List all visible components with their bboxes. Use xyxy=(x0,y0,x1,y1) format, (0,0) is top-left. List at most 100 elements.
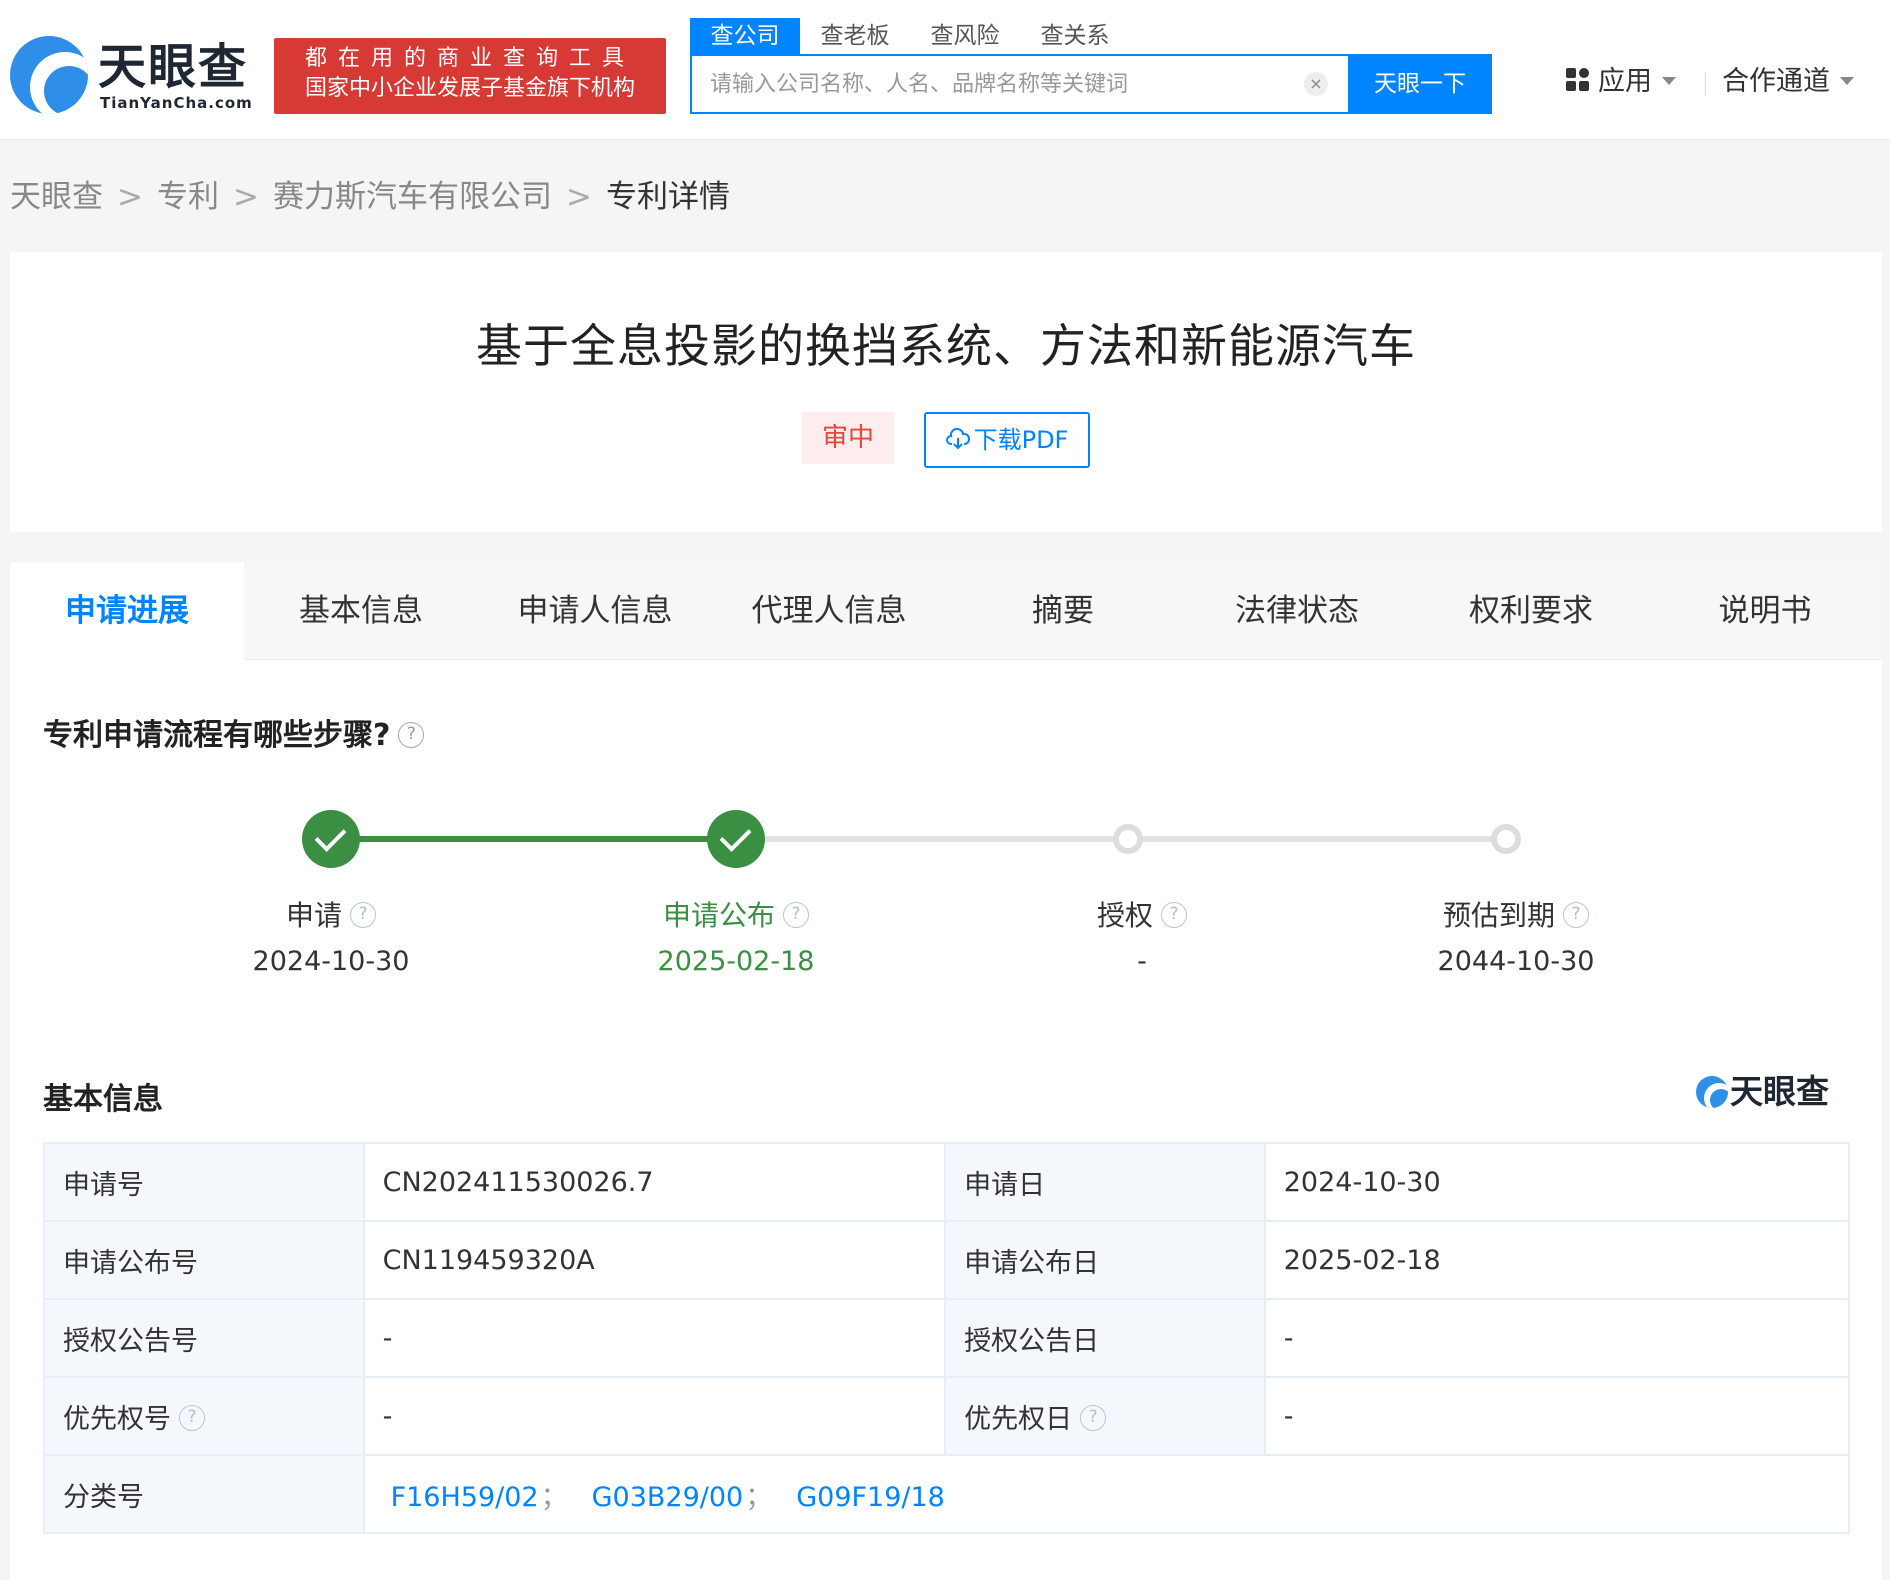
clear-search-icon[interactable]: × xyxy=(1304,72,1328,96)
step-publish-check-icon xyxy=(707,810,765,868)
step-grant-date: - xyxy=(1137,946,1147,977)
classification-values: F16H59/02； G03B29/00； G09F19/18 xyxy=(362,1454,1851,1534)
breadcrumb-company[interactable]: 赛力斯汽车有限公司 xyxy=(273,179,552,215)
tab-description[interactable]: 说明书 xyxy=(1648,562,1882,660)
field-label: 申请公布日 xyxy=(944,1220,1266,1300)
logo-domain: TianYanCha.com xyxy=(100,94,253,112)
table-row: 分类号 F16H59/02； G03B29/00； G09F19/18 xyxy=(43,1454,1851,1534)
field-value: CN119459320A xyxy=(362,1220,947,1300)
basic-info-table: 申请号 CN202411530026.7 申请日 2024-10-30 申请公布… xyxy=(43,1142,1851,1534)
field-value: CN202411530026.7 xyxy=(362,1142,947,1222)
partner-label: 合作通道 xyxy=(1722,66,1830,97)
chevron-down-icon xyxy=(1840,76,1854,85)
apps-grid-icon xyxy=(1566,67,1590,92)
tab-applicant[interactable]: 申请人信息 xyxy=(478,562,712,660)
search-tab-boss[interactable]: 查老板 xyxy=(800,18,910,54)
field-label: 申请号 xyxy=(43,1142,365,1222)
help-icon[interactable]: ? xyxy=(1080,1405,1107,1431)
search-tab-company[interactable]: 查公司 xyxy=(690,18,800,54)
step-expire-date: 2044-10-30 xyxy=(1437,946,1595,977)
tianyancha-logo[interactable]: 天眼查 TianYanCha.com xyxy=(10,36,260,116)
step-expire-label: 预估到期? xyxy=(1366,896,1666,936)
status-badge: 审中 xyxy=(802,412,894,464)
patent-detail-card: 申请进展 基本信息 申请人信息 代理人信息 摘要 法律状态 权利要求 说明书 专… xyxy=(10,562,1882,1580)
tab-abstract[interactable]: 摘要 xyxy=(946,562,1180,660)
apps-menu[interactable]: 应用 xyxy=(1566,62,1676,102)
table-row: 优先权号? - 优先权日? - xyxy=(43,1376,1851,1456)
patent-title: 基于全息投影的换挡系统、方法和新能源汽车 xyxy=(476,319,1416,373)
field-value: - xyxy=(1263,1298,1851,1378)
breadcrumb-patent[interactable]: 专利 xyxy=(157,179,219,215)
progress-section-title: 专利申请流程有哪些步骤?? xyxy=(43,710,425,754)
help-icon[interactable]: ? xyxy=(1161,902,1187,928)
classification-link[interactable]: G03B29/00 xyxy=(592,1482,744,1513)
field-value: 2025-02-18 xyxy=(1263,1220,1851,1300)
tab-legal-status[interactable]: 法律状态 xyxy=(1180,562,1414,660)
field-label: 分类号 xyxy=(43,1454,365,1534)
help-icon[interactable]: ? xyxy=(398,721,425,748)
apps-label: 应用 xyxy=(1598,66,1652,97)
tab-progress[interactable]: 申请进展 xyxy=(10,562,244,661)
top-header: 天眼查 TianYanCha.com 都在用的商业查询工具 国家中小企业发展子基… xyxy=(0,0,1890,140)
table-row: 授权公告号 - 授权公告日 - xyxy=(43,1298,1851,1378)
search-tab-relation[interactable]: 查关系 xyxy=(1020,18,1130,54)
brand-watermark: 天眼查 xyxy=(1696,1070,1846,1114)
search-input[interactable] xyxy=(692,56,1348,112)
tab-claims[interactable]: 权利要求 xyxy=(1414,562,1648,660)
tab-agent[interactable]: 代理人信息 xyxy=(712,562,946,660)
slogan-banner: 都在用的商业查询工具 国家中小企业发展子基金旗下机构 xyxy=(274,38,666,114)
field-value: 2024-10-30 xyxy=(1263,1142,1851,1222)
search-box: × 天眼一下 xyxy=(690,54,1492,114)
breadcrumb: 天眼查 > 专利 > 赛力斯汽车有限公司 > 专利详情 xyxy=(10,172,730,222)
search-button[interactable]: 天眼一下 xyxy=(1348,54,1492,114)
tab-basic-info[interactable]: 基本信息 xyxy=(244,562,478,660)
help-icon[interactable]: ? xyxy=(179,1405,205,1431)
field-value: - xyxy=(1263,1376,1851,1456)
field-label: 授权公告号 xyxy=(43,1298,365,1378)
partner-menu[interactable]: 合作通道 xyxy=(1722,62,1854,102)
help-icon[interactable]: ? xyxy=(783,902,809,928)
help-icon[interactable]: ? xyxy=(350,902,376,928)
logo-mark-icon xyxy=(1696,1076,1728,1108)
download-pdf-button[interactable]: 下载PDF xyxy=(924,412,1090,468)
slogan-line-2: 国家中小企业发展子基金旗下机构 xyxy=(304,76,635,101)
classification-link[interactable]: F16H59/02 xyxy=(391,1482,539,1513)
logo-mark-icon xyxy=(10,36,88,114)
table-row: 申请公布号 CN119459320A 申请公布日 2025-02-18 xyxy=(43,1220,1851,1300)
step-publish-date: 2025-02-18 xyxy=(657,946,815,977)
nav-divider xyxy=(1705,72,1706,96)
logo-text: 天眼查 xyxy=(98,39,249,95)
breadcrumb-separator: > xyxy=(565,179,592,215)
field-label: 优先权号? xyxy=(43,1376,365,1456)
classification-link[interactable]: G09F19/18 xyxy=(796,1482,945,1513)
slogan-line-1: 都在用的商业查询工具 xyxy=(304,46,635,71)
step-publish-label: 申请公布? xyxy=(586,896,886,936)
step-apply-check-icon xyxy=(302,810,360,868)
field-label: 申请日 xyxy=(944,1142,1266,1222)
detail-tabs: 申请进展 基本信息 申请人信息 代理人信息 摘要 法律状态 权利要求 说明书 xyxy=(10,562,1882,661)
breadcrumb-current: 专利详情 xyxy=(605,179,730,215)
table-row: 申请号 CN202411530026.7 申请日 2024-10-30 xyxy=(43,1142,1851,1222)
progress-title-text: 专利申请流程有哪些步骤? xyxy=(43,718,391,753)
field-value: - xyxy=(362,1376,947,1456)
breadcrumb-separator: > xyxy=(232,179,259,215)
field-label: 授权公告日 xyxy=(944,1298,1266,1378)
breadcrumb-separator: > xyxy=(117,179,143,215)
step-apply-label: 申请? xyxy=(181,896,481,936)
download-pdf-label: 下载PDF xyxy=(973,426,1069,454)
step-grant-node-icon xyxy=(1113,824,1143,854)
progress-track-done xyxy=(330,836,735,842)
search-tab-risk[interactable]: 查风险 xyxy=(910,18,1020,54)
step-expire-node-icon xyxy=(1491,824,1521,854)
cloud-download-icon xyxy=(945,427,970,450)
breadcrumb-home[interactable]: 天眼查 xyxy=(10,179,103,215)
step-apply-date: 2024-10-30 xyxy=(252,946,410,977)
field-label: 优先权日? xyxy=(944,1376,1266,1456)
step-grant-label: 授权? xyxy=(992,896,1292,936)
patent-header-card: 基于全息投影的换挡系统、方法和新能源汽车 审中 下载PDF xyxy=(10,252,1882,532)
help-icon[interactable]: ? xyxy=(1563,902,1589,928)
brand-text: 天眼查 xyxy=(1730,1072,1829,1111)
field-value: - xyxy=(362,1298,947,1378)
field-label: 申请公布号 xyxy=(43,1220,365,1300)
chevron-down-icon xyxy=(1662,76,1676,85)
